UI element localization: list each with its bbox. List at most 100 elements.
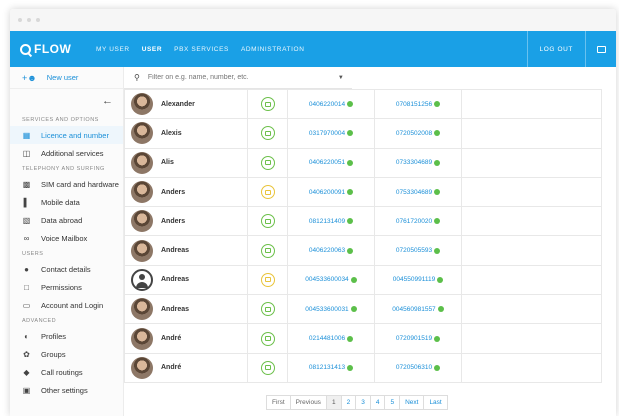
sidebar-item-licence-and-number[interactable]: ▦ Licence and number bbox=[10, 126, 123, 144]
status-icon[interactable] bbox=[260, 302, 275, 317]
sidebar-item-permissions[interactable]: □ Permissions bbox=[10, 278, 123, 296]
dropdown-caret-icon[interactable]: ▼ bbox=[338, 75, 344, 81]
primary-number[interactable]: 0406220063 bbox=[309, 247, 345, 254]
mobile-number[interactable]: 0720901519 bbox=[396, 335, 432, 342]
table-row[interactable]: Alexander 0406220014 0708151256 bbox=[124, 88, 602, 120]
table-row[interactable]: Alexis 0317970004 0720502008 bbox=[124, 118, 602, 149]
nav-item-administration[interactable]: ADMINISTRATION bbox=[235, 31, 311, 67]
sidebar-item-additional-services[interactable]: ◫ Additional services bbox=[10, 144, 123, 162]
sidebar-item-label: Additional services bbox=[41, 148, 104, 158]
mobile-number[interactable]: 0720505593 bbox=[396, 247, 432, 254]
primary-number[interactable]: 0406220051 bbox=[309, 159, 345, 166]
table-row[interactable]: André 0812131413 0720506310 bbox=[124, 352, 602, 383]
primary-number[interactable]: 0214481006 bbox=[309, 335, 345, 342]
page-2-button[interactable]: 2 bbox=[342, 396, 357, 409]
person-icon: ● bbox=[24, 264, 29, 274]
table-row[interactable]: Alis 0406220051 0733304689 bbox=[124, 147, 602, 178]
status-icon[interactable] bbox=[260, 331, 275, 346]
mobile-number[interactable]: 0733304689 bbox=[396, 159, 432, 166]
number-active-icon bbox=[347, 335, 354, 342]
next-page-button[interactable]: Next bbox=[400, 396, 425, 409]
flow-logo[interactable]: FLOW bbox=[10, 42, 90, 56]
user-name[interactable]: Andreas bbox=[161, 306, 189, 313]
user-name[interactable]: André bbox=[161, 364, 181, 371]
table-row[interactable]: Andreas 0406220063 0720505593 bbox=[124, 235, 602, 266]
sidebar-item-mobile-data[interactable]: ▌ Mobile data bbox=[10, 193, 123, 211]
first-page-button[interactable]: First bbox=[267, 396, 291, 409]
table-row[interactable]: Andreas 004533600031 004560981557 bbox=[124, 294, 602, 325]
mobile-number[interactable]: 004550991119 bbox=[393, 276, 435, 283]
sidebar-item-other-settings[interactable]: ▣ Other settings bbox=[10, 381, 123, 399]
number-active-icon bbox=[350, 306, 357, 313]
last-page-button[interactable]: Last bbox=[424, 396, 446, 409]
back-arrow-icon[interactable]: ← bbox=[10, 89, 123, 113]
sidebar-item-profiles[interactable]: ◐ Profiles bbox=[10, 327, 123, 345]
table-row[interactable]: Andreas 004533600034 004550991119 bbox=[124, 264, 602, 296]
mobile-number[interactable]: 0720506310 bbox=[396, 364, 432, 371]
number-active-icon bbox=[347, 364, 354, 371]
mobile-number[interactable]: 0753304689 bbox=[396, 189, 432, 196]
nav-item-my-user[interactable]: MY USER bbox=[90, 31, 136, 67]
status-icon[interactable] bbox=[260, 360, 275, 375]
status-icon[interactable] bbox=[260, 185, 275, 200]
page-4-button[interactable]: 4 bbox=[371, 396, 386, 409]
previous-page-button[interactable]: Previous bbox=[291, 396, 327, 409]
user-name[interactable]: Andreas bbox=[161, 276, 189, 283]
page-3-button[interactable]: 3 bbox=[356, 396, 371, 409]
page-5-button[interactable]: 5 bbox=[385, 396, 401, 409]
sidebar-item-label: Licence and number bbox=[41, 130, 109, 140]
sidebar-item-call-routings[interactable]: ◆ Call routings bbox=[10, 363, 123, 381]
primary-number[interactable]: 0812131409 bbox=[309, 218, 345, 225]
status-icon[interactable] bbox=[260, 243, 275, 258]
status-icon[interactable] bbox=[260, 272, 275, 287]
mobile-number[interactable]: 0708151256 bbox=[396, 101, 432, 108]
number-active-icon bbox=[347, 101, 354, 108]
new-user-button[interactable]: +☻ New user bbox=[10, 67, 123, 89]
primary-number[interactable]: 0317970004 bbox=[309, 130, 345, 137]
chat-icon[interactable] bbox=[586, 31, 616, 67]
sidebar-item-label: Account and Login bbox=[41, 300, 104, 310]
user-name[interactable]: Alexis bbox=[161, 130, 182, 137]
sidebar-item-sim-card-and-hardware[interactable]: ▩ SIM card and hardware bbox=[10, 175, 123, 193]
number-active-icon bbox=[437, 276, 444, 283]
number-active-icon bbox=[434, 364, 441, 371]
page-1-button[interactable]: 1 bbox=[326, 396, 342, 409]
search-input[interactable] bbox=[147, 74, 330, 81]
status-icon[interactable] bbox=[260, 126, 275, 141]
sidebar-item-account-and-login[interactable]: ▭ Account and Login bbox=[10, 296, 123, 314]
number-active-icon bbox=[434, 247, 441, 254]
sidebar-item-label: Groups bbox=[41, 349, 66, 359]
sidebar-item-label: Data abroad bbox=[41, 215, 83, 225]
user-name[interactable]: Alis bbox=[161, 159, 174, 166]
primary-number[interactable]: 004533600031 bbox=[305, 306, 348, 313]
user-name[interactable]: André bbox=[161, 335, 181, 342]
sidebar-item-voice-mailbox[interactable]: ∞ Voice Mailbox bbox=[10, 229, 123, 247]
primary-number[interactable]: 0812131413 bbox=[309, 364, 345, 371]
sidebar-item-data-abroad[interactable]: ▧ Data abroad bbox=[10, 211, 123, 229]
table-row[interactable]: Anders 0406200091 0753304689 bbox=[124, 176, 602, 208]
avatar bbox=[131, 93, 153, 116]
primary-number[interactable]: 0406220014 bbox=[309, 101, 345, 108]
user-name[interactable]: Alexander bbox=[161, 101, 195, 108]
table-row[interactable]: André 0214481006 0720901519 bbox=[124, 323, 602, 354]
primary-number[interactable]: 004533600034 bbox=[305, 276, 348, 283]
avatar bbox=[131, 356, 153, 379]
avatar bbox=[131, 151, 153, 174]
status-icon[interactable] bbox=[260, 155, 275, 170]
table-row[interactable]: Anders 0812131409 0761720020 bbox=[124, 206, 602, 237]
mobile-number[interactable]: 004560981557 bbox=[392, 306, 435, 313]
primary-number[interactable]: 0406200091 bbox=[309, 189, 345, 196]
logout-button[interactable]: LOG OUT bbox=[526, 31, 586, 67]
mobile-number[interactable]: 0720502008 bbox=[396, 130, 432, 137]
number-active-icon bbox=[434, 335, 441, 342]
user-name[interactable]: Anders bbox=[161, 189, 185, 196]
nav-item-pbx-services[interactable]: PBX SERVICES bbox=[168, 31, 235, 67]
user-name[interactable]: Andreas bbox=[161, 247, 189, 254]
sidebar-item-groups[interactable]: ✿ Groups bbox=[10, 345, 123, 363]
user-name[interactable]: Anders bbox=[161, 218, 185, 225]
nav-item-user[interactable]: USER bbox=[136, 31, 168, 67]
mobile-number[interactable]: 0761720020 bbox=[396, 218, 432, 225]
sidebar-item-contact-details[interactable]: ● Contact details bbox=[10, 260, 123, 278]
status-icon[interactable] bbox=[260, 214, 275, 229]
status-icon[interactable] bbox=[260, 97, 275, 112]
